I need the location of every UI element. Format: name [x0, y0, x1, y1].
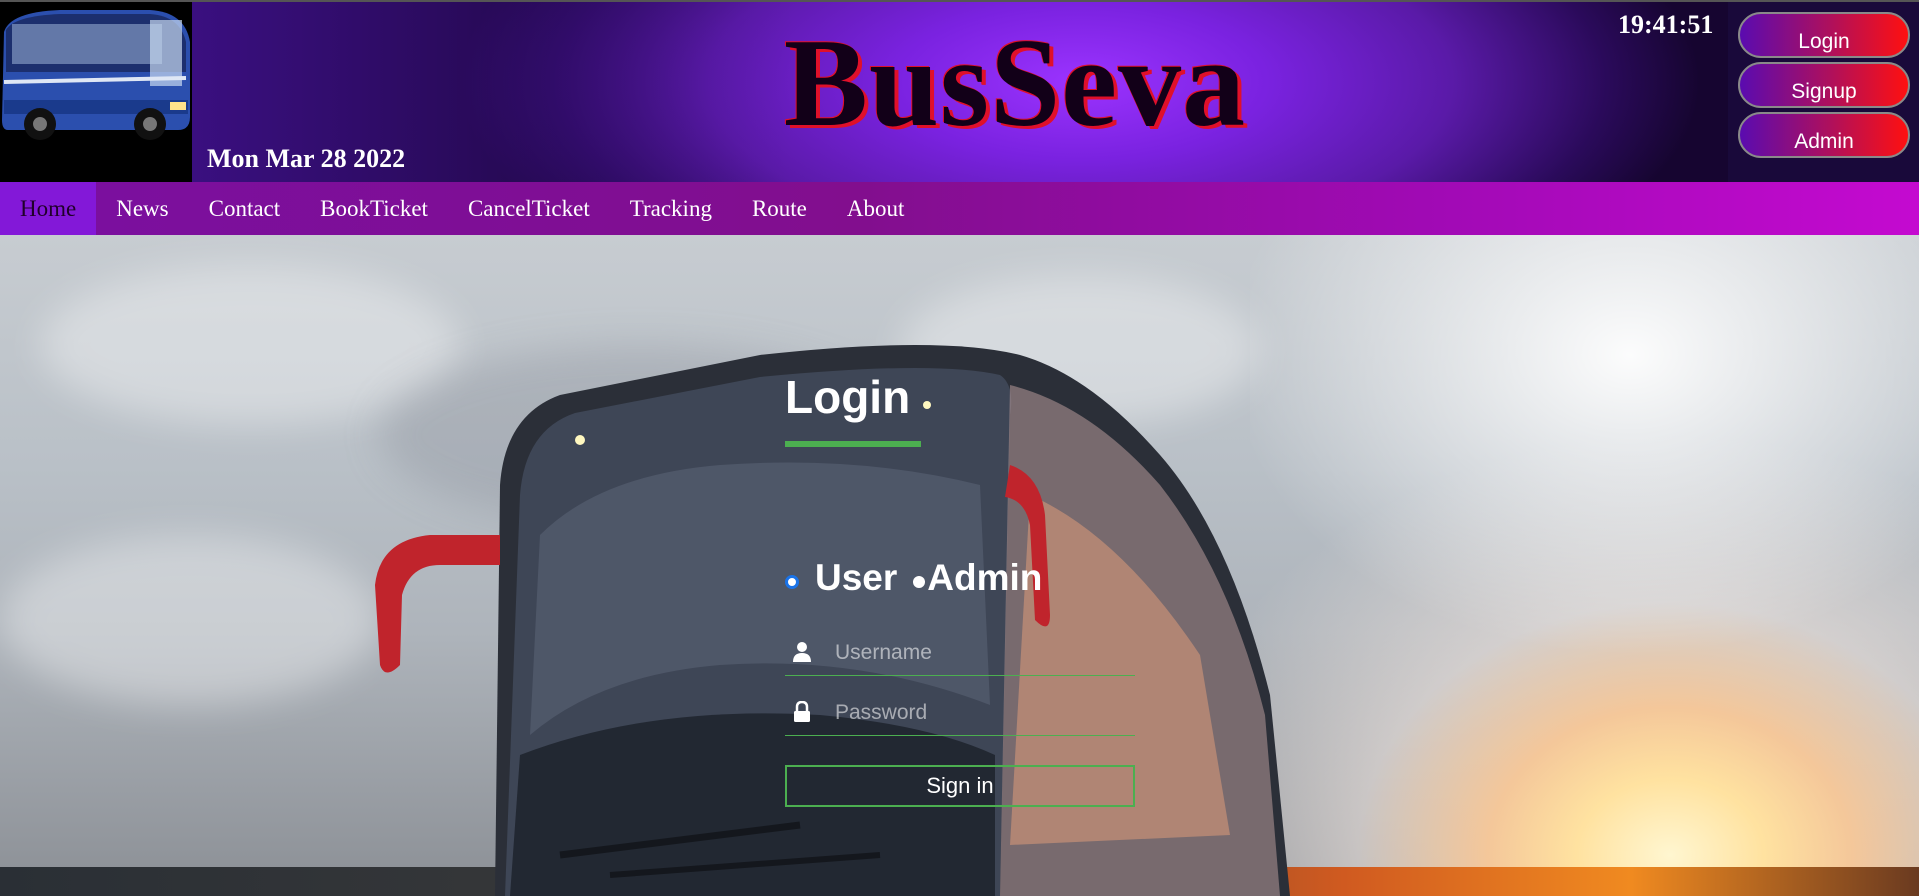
main-nav: Home News Contact BookTicket CancelTicke…	[0, 182, 1919, 235]
username-field	[785, 631, 1135, 676]
password-field	[785, 691, 1135, 736]
nav-bookticket[interactable]: BookTicket	[300, 182, 448, 235]
radio-admin[interactable]	[913, 576, 926, 588]
nav-cancelticket[interactable]: CancelTicket	[448, 182, 610, 235]
nav-news[interactable]: News	[96, 182, 188, 235]
nav-tracking[interactable]: Tracking	[610, 182, 732, 235]
nav-home[interactable]: Home	[0, 182, 97, 235]
nav-route[interactable]: Route	[732, 182, 827, 235]
lock-icon	[794, 701, 810, 722]
login-heading-underline	[785, 441, 921, 447]
current-time: 19:41:51	[1618, 10, 1714, 39]
signup-button[interactable]: Signup	[1738, 62, 1910, 108]
nav-about[interactable]: About	[827, 182, 925, 235]
password-input[interactable]	[833, 691, 1127, 735]
current-date: Mon Mar 28 2022	[207, 144, 406, 173]
admin-button[interactable]: Admin	[1738, 112, 1910, 158]
login-heading: Login	[785, 371, 911, 423]
username-input[interactable]	[833, 631, 1127, 675]
nav-contact[interactable]: Contact	[189, 182, 301, 235]
role-label-user: User	[815, 557, 898, 598]
role-selector: User Admin	[785, 557, 1042, 599]
signin-button[interactable]: Sign in	[785, 765, 1135, 807]
user-icon	[793, 642, 811, 662]
role-label-admin: Admin	[927, 557, 1043, 598]
login-button[interactable]: Login	[1738, 12, 1910, 58]
radio-user[interactable]	[785, 575, 799, 589]
